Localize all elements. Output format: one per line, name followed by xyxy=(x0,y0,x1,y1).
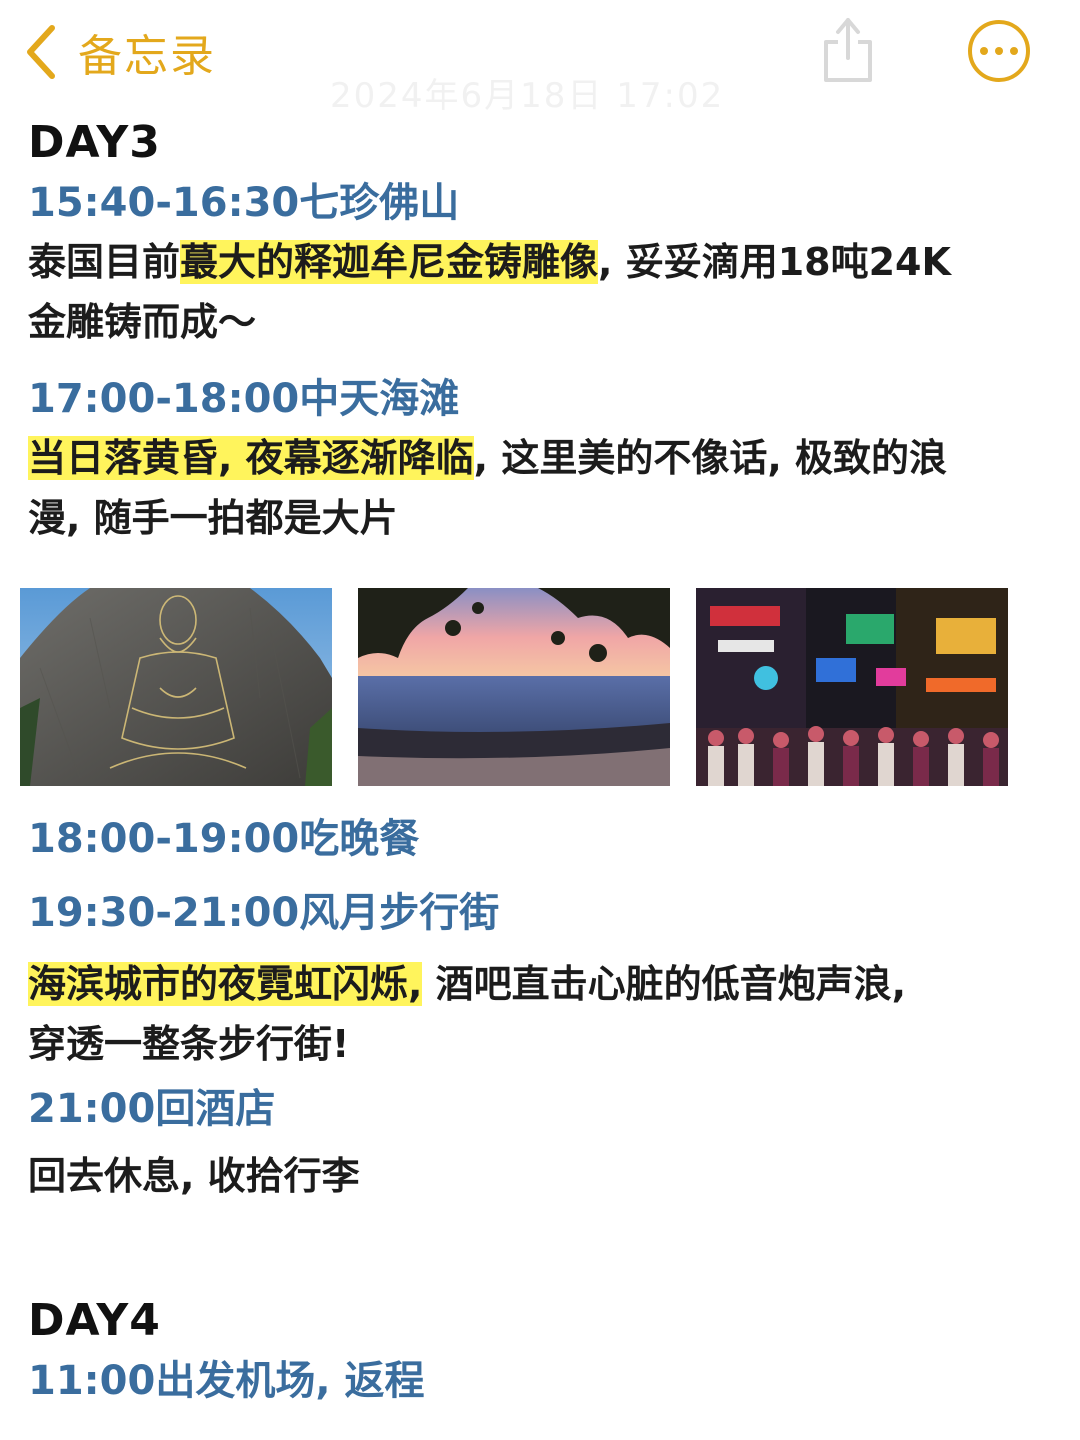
share-icon[interactable] xyxy=(818,14,878,84)
highlighted-text: 当日落黄昏, 夜幕逐渐降临 xyxy=(28,436,474,480)
schedule-desc-1-cont: 金雕铸而成～ xyxy=(28,300,257,344)
schedule-time-4: 19:30-21:00风月步行街 xyxy=(28,890,500,936)
chevron-left-icon xyxy=(27,25,55,79)
schedule-time-1: 15:40-16:30七珍佛山 xyxy=(28,180,460,226)
day4-heading: DAY4 xyxy=(28,1295,161,1346)
schedule-time-3: 18:00-19:00吃晚餐 xyxy=(28,816,420,862)
back-button[interactable]: 备忘录 xyxy=(24,22,216,82)
schedule-time-2: 17:00-18:00中天海滩 xyxy=(28,376,460,422)
schedule-time-6: 11:00出发机场, 返程 xyxy=(28,1358,425,1404)
more-icon[interactable] xyxy=(968,20,1030,82)
desc-text: 泰国目前 xyxy=(28,240,181,284)
back-label: 备忘录 xyxy=(78,31,216,82)
note-body[interactable]: DAY3 15:40-16:30七珍佛山 泰国目前蕞大的释迦牟尼金铸雕像, 妥妥… xyxy=(20,112,1080,1410)
schedule-desc-2-cont: 漫, 随手一拍都是大片 xyxy=(28,496,398,540)
desc-text: , 这里美的不像话, 极致的浪 xyxy=(473,436,948,480)
desc-text: , 妥妥滴用18吨24K xyxy=(598,240,951,284)
photo-strip xyxy=(20,588,1080,786)
schedule-time-5: 21:00回酒店 xyxy=(28,1086,276,1132)
highlighted-text: 海滨城市的夜霓虹闪烁, xyxy=(28,962,423,1006)
sunset-beach-photo[interactable] xyxy=(358,588,670,786)
highlighted-text: 蕞大的释迦牟尼金铸雕像 xyxy=(180,240,599,284)
faded-date: 2024年6月18日 17:02 xyxy=(330,76,725,116)
schedule-desc-2: 当日落黄昏, 夜幕逐渐降临, 这里美的不像话, 极致的浪 xyxy=(28,428,1080,488)
schedule-desc-4-cont: 穿透一整条步行街! xyxy=(28,1022,350,1066)
navigation-bar: 备忘录 2024年6月18日 17:02 xyxy=(0,0,1080,116)
schedule-desc-5: 回去休息, 收拾行李 xyxy=(28,1154,360,1198)
desc-text: 酒吧直击心脏的低音炮声浪, xyxy=(422,962,907,1006)
schedule-desc-4: 海滨城市的夜霓虹闪烁, 酒吧直击心脏的低音炮声浪, xyxy=(28,954,1080,1014)
schedule-desc-1: 泰国目前蕞大的释迦牟尼金铸雕像, 妥妥滴用18吨24K xyxy=(28,232,1080,292)
golden-buddha-cliff-photo[interactable] xyxy=(20,588,332,786)
day3-heading: DAY3 xyxy=(28,117,161,168)
walking-street-night-photo[interactable] xyxy=(696,588,1008,786)
